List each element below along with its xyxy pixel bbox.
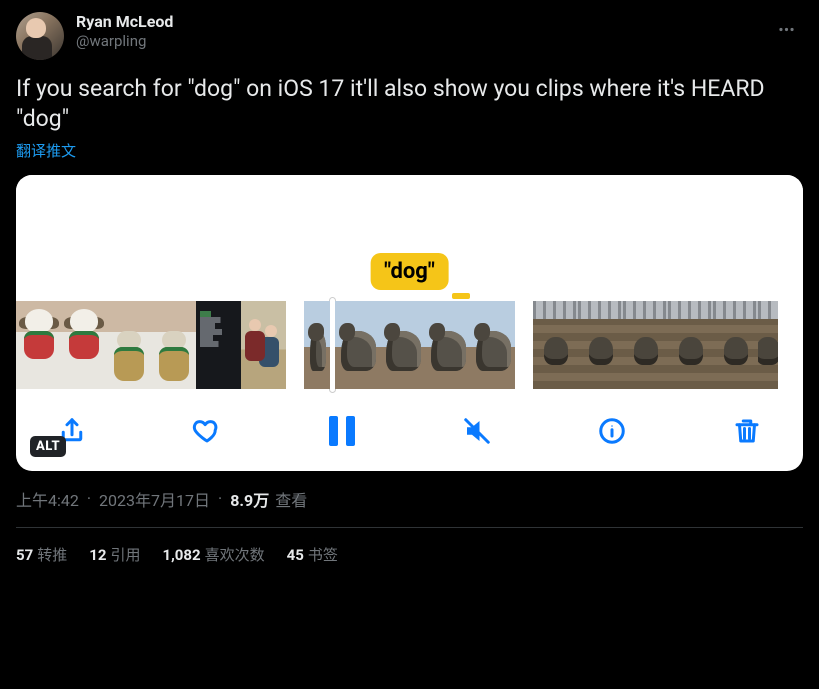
likes-count: 1,082 (162, 546, 200, 564)
stat-likes[interactable]: 1,082 喜欢次数 (162, 544, 264, 565)
retweets-label: 转推 (37, 546, 67, 564)
clip-group-1[interactable] (16, 301, 286, 389)
retweets-count: 57 (16, 546, 33, 564)
timeline-frame (196, 301, 241, 389)
timeline-frame (668, 301, 713, 389)
stat-quotes[interactable]: 12引用 (89, 544, 140, 565)
stat-retweets[interactable]: 57转推 (16, 544, 67, 565)
media-whitespace (16, 175, 803, 265)
stat-bookmarks[interactable]: 45书签 (287, 544, 338, 565)
timeline-frame (758, 301, 778, 389)
views-label: 查看 (275, 487, 307, 511)
more-icon (777, 20, 796, 39)
tweet-date[interactable]: 2023年7月17日 (99, 487, 210, 511)
timeline-frame (425, 301, 470, 389)
timeline-frame (380, 301, 425, 389)
translate-link[interactable]: 翻译推文 (16, 140, 803, 161)
likes-label: 喜欢次数 (205, 546, 265, 564)
timeline-frame (623, 301, 668, 389)
video-timeline[interactable] (16, 301, 803, 389)
delete-button[interactable] (725, 409, 769, 453)
separator (214, 489, 226, 508)
caption-bubble: "dog" (370, 253, 449, 290)
media-card[interactable]: "dog" (16, 175, 803, 471)
timeline-frame (106, 301, 151, 389)
heart-icon (192, 416, 222, 446)
tweet-header: Ryan McLeod @warpling (16, 12, 803, 60)
clip-group-3[interactable] (533, 301, 778, 389)
pause-button[interactable] (320, 409, 364, 453)
speaker-muted-icon (462, 416, 492, 446)
media-toolbar (16, 389, 803, 457)
trash-icon (732, 416, 762, 446)
timeline-frame (713, 301, 758, 389)
timeline-frame (533, 301, 578, 389)
alt-badge[interactable]: ALT (30, 436, 66, 457)
timeline-frame (304, 301, 330, 389)
display-name: Ryan McLeod (76, 12, 173, 32)
tweet-time[interactable]: 上午4:42 (16, 487, 79, 511)
timeline-frame (335, 301, 380, 389)
bookmarks-label: 书签 (308, 546, 338, 564)
timeline-frame (16, 301, 61, 389)
clip-group-2[interactable] (304, 301, 515, 389)
timeline-frame (151, 301, 196, 389)
author-names[interactable]: Ryan McLeod @warpling (76, 12, 173, 51)
tweet-container: Ryan McLeod @warpling If you search for … (0, 0, 819, 577)
handle: @warpling (76, 32, 173, 51)
timeline-frame (241, 301, 286, 389)
mute-button[interactable] (455, 409, 499, 453)
favorite-button[interactable] (185, 409, 229, 453)
pause-icon (329, 416, 355, 446)
separator (83, 489, 95, 508)
info-button[interactable] (590, 409, 634, 453)
info-icon (597, 416, 627, 446)
timeline-frame (61, 301, 106, 389)
tweet-meta: 上午4:42 2023年7月17日 8.9万 查看 (16, 487, 803, 511)
more-options-button[interactable] (769, 12, 803, 46)
timeline-marker (452, 293, 470, 299)
tweet-text: If you search for "dog" on iOS 17 it'll … (16, 74, 803, 134)
views-count[interactable]: 8.9万 (230, 487, 269, 511)
quotes-count: 12 (89, 546, 106, 564)
bookmarks-count: 45 (287, 546, 304, 564)
timeline-frame (578, 301, 623, 389)
stats-row: 57转推 12引用 1,082 喜欢次数 45书签 (16, 528, 803, 565)
quotes-label: 引用 (110, 546, 140, 564)
avatar[interactable] (16, 12, 64, 60)
timeline-frame (470, 301, 515, 389)
